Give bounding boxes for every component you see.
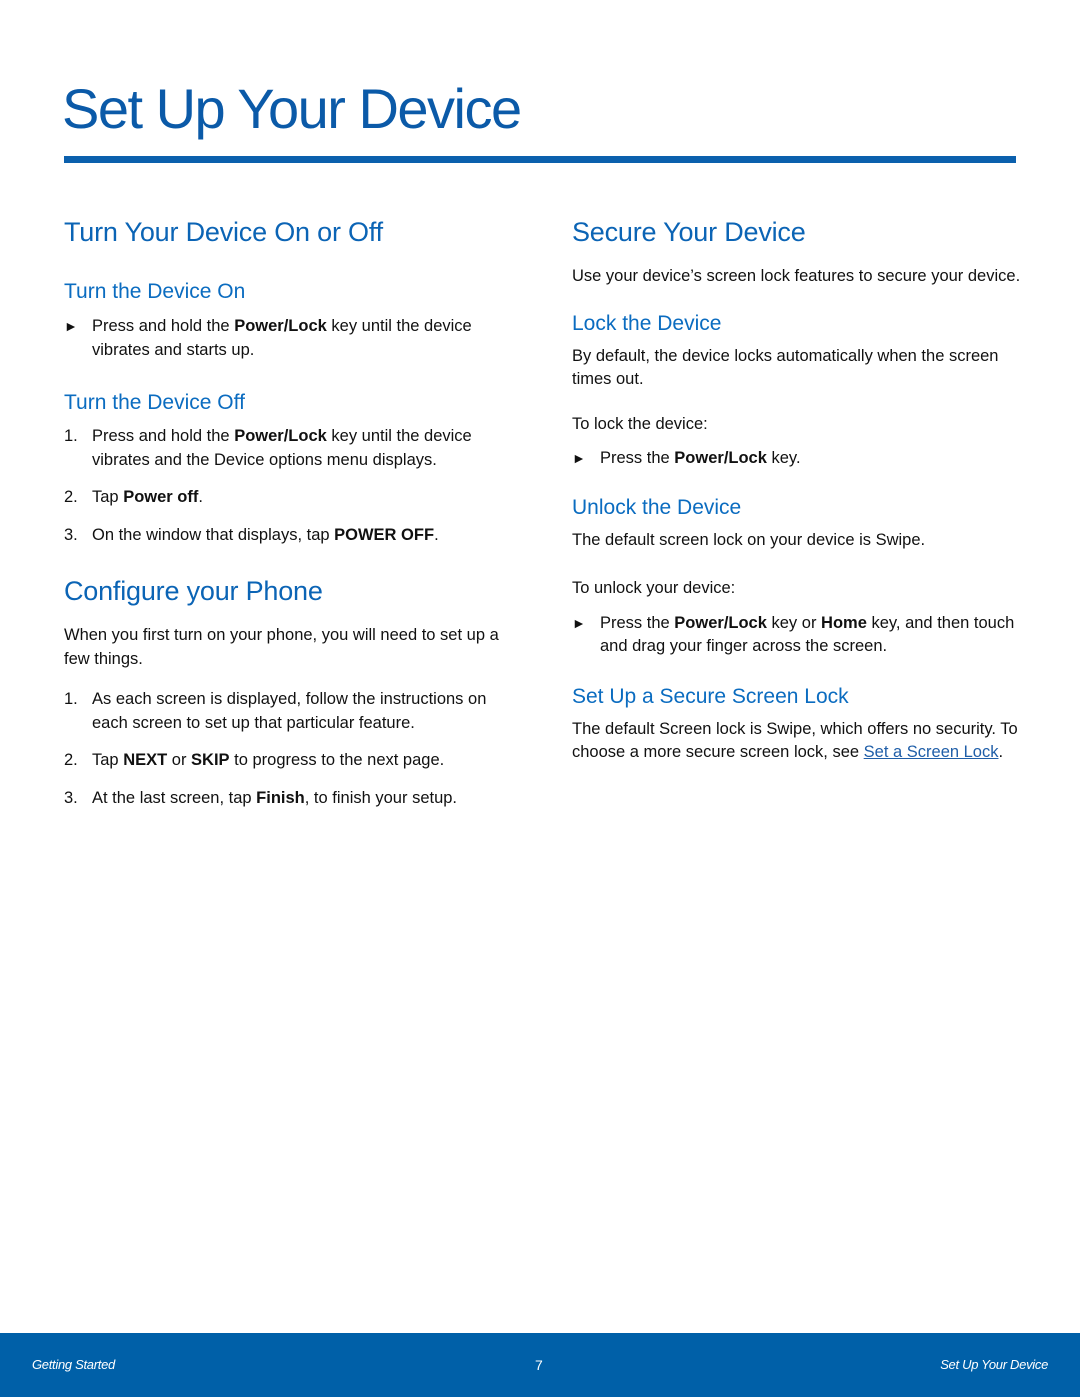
unlock-lead: To unlock your device: [572,579,736,597]
subheading-unlock: Unlock the Device [572,495,742,519]
title-divider [64,156,1016,163]
page-title: Set Up Your Device [62,77,522,140]
list-item: 2. Tap Power off. [64,488,203,506]
section-heading-turn-on-off: Turn Your Device On or Off [64,217,383,247]
subheading-lock: Lock the Device [572,311,722,335]
secure-lock-description: The default Screen lock is Swipe, which … [572,719,1018,762]
lock-lead: To lock the device: [572,414,708,433]
section-heading-secure: Secure Your Device [572,217,806,247]
lock-description: By default, the device locks automatical… [572,346,999,389]
list-item: 3. At the last screen, tap Finish, to fi… [64,788,458,807]
configure-intro: When you first turn on your phone, you w… [64,626,499,668]
footer-section: Set Up Your Device [940,1357,1048,1372]
right-column: Secure Your Device Use your device’s scr… [572,210,1022,765]
subheading-turn-on: Turn the Device On [64,280,246,303]
subheading-turn-off: Turn the Device Off [64,391,245,414]
list-item: 2. Tap NEXT or SKIP to progress to the n… [64,751,445,769]
list-item: 1. Press and hold the Power/Lock key unt… [64,427,472,469]
subheading-secure-lock: Set Up a Secure Screen Lock [572,684,849,708]
list-item: 3. On the window that displays, tap POWE… [64,525,439,544]
list-item: ► Press the Power/Lock key. [572,447,1022,471]
set-screen-lock-link[interactable]: Set a Screen Lock [864,743,999,761]
page-footer: Getting Started 7 Set Up Your Device [0,1333,1080,1397]
list-item: ► Press and hold the Power/Lock key unti… [64,317,472,359]
footer-chapter: Getting Started [32,1357,115,1372]
arrow-bullet-icon: ► [572,614,586,631]
section-heading-configure: Configure your Phone [64,576,323,606]
page-number: 7 [535,1357,543,1373]
list-item: ► Press the Power/Lock key or Home key, … [572,613,1015,656]
list-item: 1. As each screen is displayed, follow t… [64,690,487,732]
secure-intro: Use your device’s screen lock features t… [572,267,1021,285]
arrow-bullet-icon: ► [64,318,78,334]
left-column: Turn Your Device On or Off Turn the Devi… [64,210,514,810]
arrow-bullet-icon: ► [572,450,586,466]
unlock-description: The default screen lock on your device i… [572,530,926,549]
